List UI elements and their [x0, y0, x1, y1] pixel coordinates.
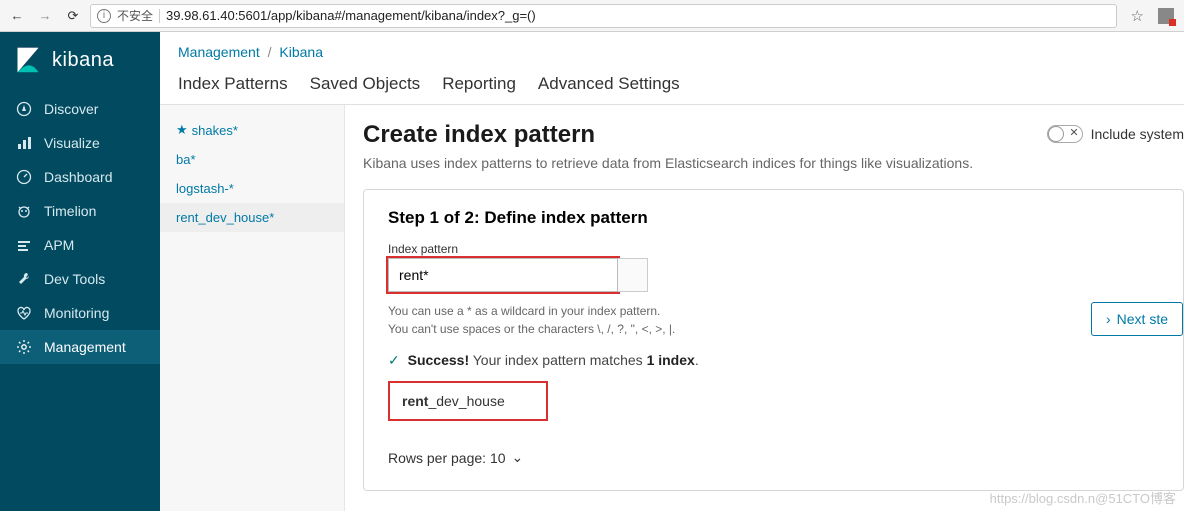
sidebar-item-label: Monitoring	[44, 305, 109, 321]
compass-icon	[16, 101, 32, 117]
topbar: Management / Kibana Index Patterns Saved…	[160, 32, 1184, 105]
sidebar-item-label: APM	[44, 237, 74, 253]
reload-icon[interactable]: ⟳	[62, 8, 84, 24]
brand-name: kibana	[52, 49, 114, 72]
index-pattern-input[interactable]	[388, 258, 618, 292]
check-icon: ✓	[388, 352, 400, 368]
match-bold: rent	[402, 393, 428, 409]
page-subtitle: Kibana uses index patterns to retrieve d…	[363, 155, 1184, 171]
step-title: Step 1 of 2: Define index pattern	[388, 208, 1159, 228]
success-message: ✓ Success! Your index pattern matches 1 …	[388, 352, 1159, 369]
address-bar[interactable]: i 不安全 39.98.61.40:5601/app/kibana#/manag…	[90, 4, 1117, 28]
nav-back-icon[interactable]: ←	[6, 8, 28, 23]
input-addon	[618, 258, 648, 292]
chevron-down-icon: ⌄	[512, 449, 524, 466]
gear-icon	[16, 339, 32, 355]
sidebar-item-label: Timelion	[44, 203, 96, 219]
sidebar-item-label: Dashboard	[44, 169, 113, 185]
star-icon: ★	[176, 122, 188, 138]
pattern-item[interactable]: ★ shakes*	[160, 115, 344, 145]
pattern-item[interactable]: rent_dev_house*	[160, 203, 344, 232]
toggle-knob	[1048, 126, 1064, 142]
chevron-right-icon: ›	[1106, 311, 1111, 327]
extension-icon[interactable]	[1158, 8, 1174, 24]
tab-saved-objects[interactable]: Saved Objects	[310, 74, 421, 104]
include-system-toggle[interactable]: ✕	[1047, 125, 1083, 143]
info-icon[interactable]: i	[97, 9, 111, 23]
sidebar-item-dashboard[interactable]: Dashboard	[0, 160, 160, 194]
url-text: 39.98.61.40:5601/app/kibana#/management/…	[166, 8, 536, 23]
bar-chart-icon	[16, 135, 32, 151]
wrench-icon	[16, 271, 32, 287]
nav-forward-icon: →	[34, 8, 56, 23]
breadcrumb-link[interactable]: Management	[178, 44, 260, 60]
hint-line: You can't use spaces or the characters \…	[388, 320, 1159, 338]
insecure-label: 不安全	[117, 7, 153, 24]
breadcrumb-link[interactable]: Kibana	[279, 44, 323, 60]
tab-index-patterns[interactable]: Index Patterns	[178, 74, 288, 104]
hint-line: You can use a * as a wildcard in your in…	[388, 302, 1159, 320]
include-system-label: Include system	[1091, 126, 1184, 142]
close-icon: ✕	[1069, 126, 1078, 139]
pattern-item[interactable]: logstash-*	[160, 174, 344, 203]
gauge-icon	[16, 169, 32, 185]
apm-icon	[16, 237, 32, 253]
success-text: Your index pattern matches	[473, 352, 647, 368]
tab-reporting[interactable]: Reporting	[442, 74, 516, 104]
rows-per-page-select[interactable]: Rows per page: 10 ⌄	[388, 449, 1159, 466]
sidebar-item-label: Visualize	[44, 135, 100, 151]
match-rest: _dev_house	[428, 393, 504, 409]
browser-toolbar: ← → ⟳ i 不安全 39.98.61.40:5601/app/kibana#…	[0, 0, 1184, 32]
next-label: Next ste	[1117, 311, 1168, 327]
kibana-logo-icon	[14, 46, 42, 74]
divider	[159, 9, 160, 23]
pattern-label: rent_dev_house*	[176, 210, 274, 225]
timelion-icon	[16, 203, 32, 219]
brand[interactable]: kibana	[0, 32, 160, 92]
success-prefix: Success!	[408, 352, 469, 368]
success-count: 1 index	[647, 352, 695, 368]
tab-advanced-settings[interactable]: Advanced Settings	[538, 74, 680, 104]
success-suffix: .	[695, 352, 699, 368]
match-row: rent_dev_house	[388, 381, 548, 421]
sidebar-item-label: Management	[44, 339, 126, 355]
pattern-item[interactable]: ba*	[160, 145, 344, 174]
hint-text: You can use a * as a wildcard in your in…	[388, 302, 1159, 338]
bookmark-star-icon[interactable]: ☆	[1123, 7, 1152, 25]
include-system-toggle-row: ✕ Include system	[1047, 125, 1184, 143]
sidebar: kibana Discover Visualize Dashboard Time…	[0, 32, 160, 511]
sidebar-item-visualize[interactable]: Visualize	[0, 126, 160, 160]
sidebar-item-devtools[interactable]: Dev Tools	[0, 262, 160, 296]
sidebar-item-apm[interactable]: APM	[0, 228, 160, 262]
rows-per-page-label: Rows per page: 10	[388, 450, 506, 466]
pattern-label: logstash-*	[176, 181, 234, 196]
breadcrumb-separator: /	[268, 44, 272, 60]
sidebar-item-monitoring[interactable]: Monitoring	[0, 296, 160, 330]
sidebar-item-label: Dev Tools	[44, 271, 105, 287]
sidebar-item-discover[interactable]: Discover	[0, 92, 160, 126]
sidebar-item-management[interactable]: Management	[0, 330, 160, 364]
heartbeat-icon	[16, 305, 32, 321]
main-panel: Create index pattern Kibana uses index p…	[345, 105, 1184, 511]
pattern-label: ba*	[176, 152, 196, 167]
index-pattern-list: ★ shakes* ba* logstash-* rent_dev_house*	[160, 105, 345, 511]
breadcrumb: Management / Kibana	[178, 44, 1166, 60]
sidebar-item-label: Discover	[44, 101, 98, 117]
pattern-label: shakes*	[192, 123, 238, 138]
tabs: Index Patterns Saved Objects Reporting A…	[178, 74, 1166, 104]
sidebar-item-timelion[interactable]: Timelion	[0, 194, 160, 228]
step-panel: Step 1 of 2: Define index pattern Index …	[363, 189, 1184, 491]
next-step-button[interactable]: › Next ste	[1091, 302, 1183, 336]
field-label: Index pattern	[388, 242, 1159, 256]
